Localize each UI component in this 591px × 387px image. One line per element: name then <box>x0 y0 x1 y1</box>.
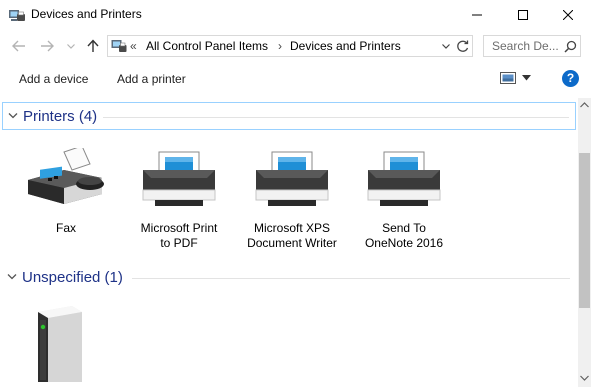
close-icon <box>563 10 573 20</box>
maximize-button[interactable] <box>500 0 546 30</box>
group-header-unspecified[interactable]: Unspecified (1) <box>2 264 576 292</box>
add-device-button[interactable]: Add a device <box>19 72 88 86</box>
group-title: Printers (4) <box>23 108 98 125</box>
scrollbar-thumb[interactable] <box>579 153 590 308</box>
recent-locations-button[interactable] <box>65 38 77 54</box>
device-fax[interactable]: Fax <box>18 145 114 236</box>
search-input[interactable]: Search De... <box>483 35 581 57</box>
navigation-bar: « All Control Panel Items › Devices and … <box>0 30 591 62</box>
view-options-dropdown-icon[interactable] <box>522 75 531 81</box>
breadcrumb-overflow[interactable]: « <box>130 39 137 53</box>
breadcrumb-devices-and-printers[interactable]: Devices and Printers <box>290 39 401 53</box>
arrow-right-icon <box>41 40 54 52</box>
command-bar: Add a device Add a printer ? <box>0 62 591 96</box>
group-title: Unspecified (1) <box>22 269 123 286</box>
maximize-icon <box>518 10 528 20</box>
address-dropdown-button[interactable] <box>440 40 452 52</box>
fax-icon <box>28 145 104 204</box>
device-label: Fax <box>55 221 76 235</box>
chevron-down-icon <box>8 113 18 119</box>
devices-printers-icon <box>9 10 25 21</box>
device-label: Microsoft Print to PDF <box>140 221 218 250</box>
printer-icon <box>142 151 216 206</box>
minimize-button[interactable] <box>454 0 500 30</box>
forward-button[interactable] <box>38 38 56 54</box>
printer-icon <box>367 151 441 206</box>
group-header-printers[interactable]: Printers (4) <box>2 102 576 130</box>
minimize-icon <box>472 14 482 16</box>
printer-icon <box>255 151 329 206</box>
device-label: Send To OneNote 2016 <box>364 221 444 250</box>
control-panel-icon <box>111 40 127 52</box>
close-button[interactable] <box>545 0 591 30</box>
window-title: Devices and Printers <box>31 7 142 21</box>
refresh-icon[interactable] <box>456 39 470 53</box>
breadcrumb-separator[interactable]: › <box>278 39 282 53</box>
title-bar: Devices and Printers <box>0 0 591 30</box>
address-bar[interactable]: « All Control Panel Items › Devices and … <box>107 35 473 57</box>
up-button[interactable] <box>84 38 102 54</box>
arrow-left-icon <box>12 40 25 52</box>
search-icon <box>564 40 577 53</box>
device-microsoft-xps-document-writer[interactable]: Microsoft XPS Document Writer <box>244 148 340 251</box>
search-placeholder: Search De... <box>492 39 559 53</box>
device-send-to-onenote-2016[interactable]: Send To OneNote 2016 <box>356 148 452 251</box>
chevron-down-icon <box>67 43 75 49</box>
back-button[interactable] <box>10 38 28 54</box>
change-view-icon[interactable] <box>500 71 516 85</box>
device-unspecified-computer[interactable] <box>10 298 106 387</box>
chevron-down-icon <box>442 43 450 49</box>
breadcrumb-all-control-panel-items[interactable]: All Control Panel Items <box>146 39 268 53</box>
help-button[interactable]: ? <box>562 70 579 87</box>
group-divider <box>103 117 569 118</box>
chevron-down-icon <box>7 274 17 280</box>
group-divider <box>132 278 570 279</box>
computer-tower-icon <box>38 306 82 382</box>
devices-view: Printers (4) Fax Microsoft Print to PDF … <box>0 98 578 387</box>
vertical-scrollbar[interactable] <box>578 98 591 387</box>
device-label: Microsoft XPS Document Writer <box>247 221 337 250</box>
device-microsoft-print-to-pdf[interactable]: Microsoft Print to PDF <box>131 148 227 251</box>
arrow-up-icon <box>87 39 99 52</box>
add-printer-button[interactable]: Add a printer <box>117 72 186 86</box>
scroll-up-icon[interactable] <box>580 102 589 108</box>
scroll-down-icon[interactable] <box>580 375 589 381</box>
